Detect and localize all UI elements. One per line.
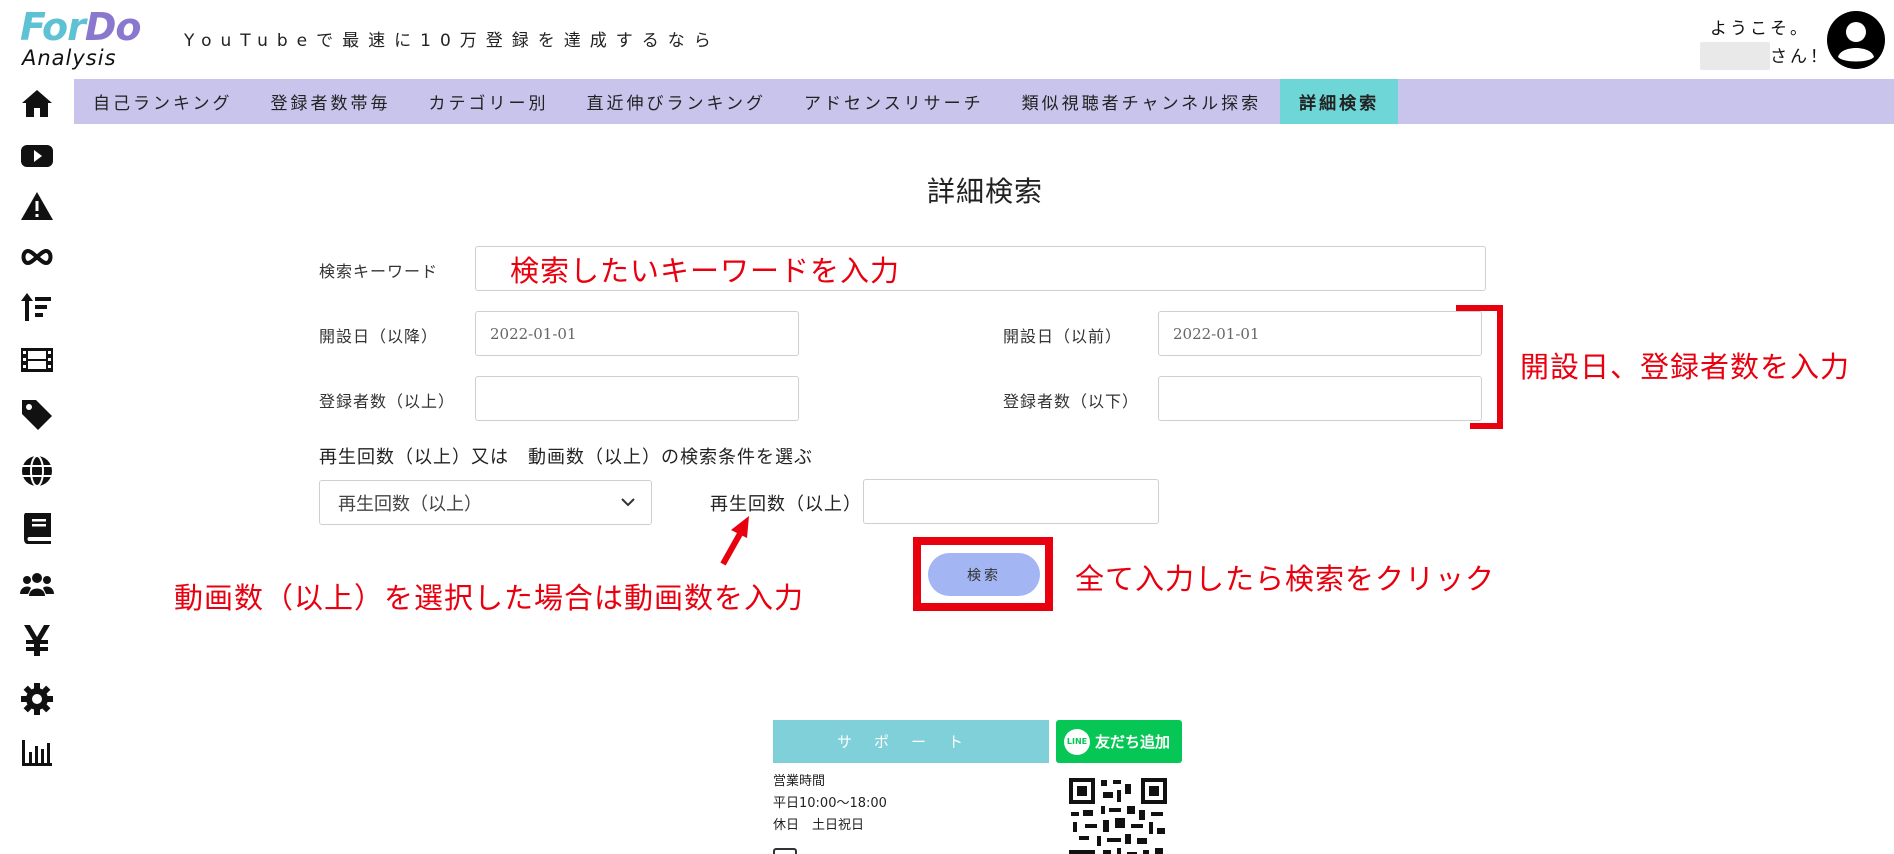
nav-by-category[interactable]: カテゴリー別 [410, 79, 568, 124]
tagline: YouTubeで最速に10万登録を達成するなら [184, 31, 720, 51]
line-add-friend-button[interactable]: LINE 友だち追加 [1056, 720, 1182, 763]
logo-do: Do [84, 5, 142, 49]
search-button[interactable]: 検索 [928, 553, 1040, 596]
globe-icon[interactable] [16, 451, 58, 491]
user-name-redacted [1700, 42, 1770, 70]
open-after-input[interactable]: 2022-01-01 [475, 311, 799, 356]
keyword-label: 検索キーワード [319, 262, 439, 281]
book-icon[interactable] [16, 508, 58, 548]
nav-subscriber-bands[interactable]: 登録者数帯毎 [252, 79, 410, 124]
subs-min-input[interactable] [475, 376, 799, 421]
mail-icon [773, 848, 797, 854]
arrow-annotation [720, 516, 749, 566]
logo-subtitle: Analysis [22, 46, 117, 70]
user-icon [1827, 11, 1885, 69]
condition-select[interactable]: 再生回数（以上） [319, 480, 652, 525]
user-suffix: さん！ [1770, 47, 1830, 67]
bracket-annotation [1456, 305, 1503, 429]
logo-for: For [20, 5, 86, 49]
hours-weekday: 平日10:00〜18:00 [773, 796, 887, 811]
hours-title: 営業時間 [773, 774, 826, 789]
count-input[interactable] [863, 479, 1159, 524]
logo-wordmark: ForDo [20, 5, 142, 49]
yen-icon[interactable] [16, 620, 58, 660]
subs-max-input[interactable] [1158, 376, 1482, 421]
nav-self-ranking[interactable]: 自己ランキング [74, 79, 252, 124]
line-icon: LINE [1064, 728, 1090, 755]
qr-code-icon [1067, 776, 1169, 854]
nav-recent-growth[interactable]: 直近伸びランキング [568, 79, 786, 124]
annotation-dates: 開設日、登録者数を入力 [1520, 350, 1851, 384]
nav-similar-viewer-channels[interactable]: 類似視聴者チャンネル探索 [1003, 79, 1281, 124]
open-after-label: 開設日（以降） [319, 327, 439, 346]
top-nav: 自己ランキング 登録者数帯毎 カテゴリー別 直近伸びランキング アドセンスリサー… [74, 79, 1894, 124]
nav-adsense-research[interactable]: アドセンスリサーチ [785, 79, 1003, 124]
hours-holiday: 休日 土日祝日 [773, 818, 865, 833]
condition-text: 再生回数（以上）又は 動画数（以上）の検索条件を選ぶ [319, 447, 813, 468]
infinity-icon[interactable] [16, 237, 58, 277]
annotation-video-count: 動画数（以上）を選択した場合は動画数を入力 [174, 581, 805, 615]
home-icon[interactable] [16, 84, 58, 124]
support-button[interactable]: サポート [773, 720, 1049, 763]
gear-icon[interactable] [16, 679, 58, 719]
open-before-label: 開設日（以前） [1003, 327, 1123, 346]
line-button-label: 友だち追加 [1095, 733, 1171, 751]
youtube-icon[interactable] [16, 135, 58, 175]
annotation-click: 全て入力したら検索をクリック [1075, 562, 1496, 596]
chevron-down-icon [621, 498, 635, 507]
business-hours: 営業時間 平日10:00〜18:00 休日 土日祝日 [773, 771, 887, 837]
annotation-keyword: 検索したいキーワードを入力 [510, 254, 901, 288]
users-icon[interactable] [16, 564, 58, 604]
qr-code [1067, 776, 1169, 854]
condition-select-value: 再生回数（以上） [338, 493, 482, 515]
nav-advanced-search[interactable]: 詳細検索 [1280, 79, 1399, 124]
subs-max-label: 登録者数（以下） [1003, 392, 1140, 411]
page-title: 詳細検索 [926, 175, 1043, 208]
film-icon[interactable] [16, 340, 58, 380]
logo[interactable]: ForDo Analysis [20, 6, 170, 72]
tag-icon[interactable] [16, 395, 58, 435]
sort-icon[interactable] [16, 287, 58, 327]
warning-icon[interactable] [16, 187, 58, 227]
welcome-text: ようこそ。 [1710, 19, 1810, 39]
open-before-input[interactable]: 2022-01-01 [1158, 311, 1482, 356]
avatar[interactable] [1826, 10, 1886, 70]
bar-chart-icon[interactable] [16, 732, 58, 772]
subs-min-label: 登録者数（以上） [319, 392, 456, 411]
